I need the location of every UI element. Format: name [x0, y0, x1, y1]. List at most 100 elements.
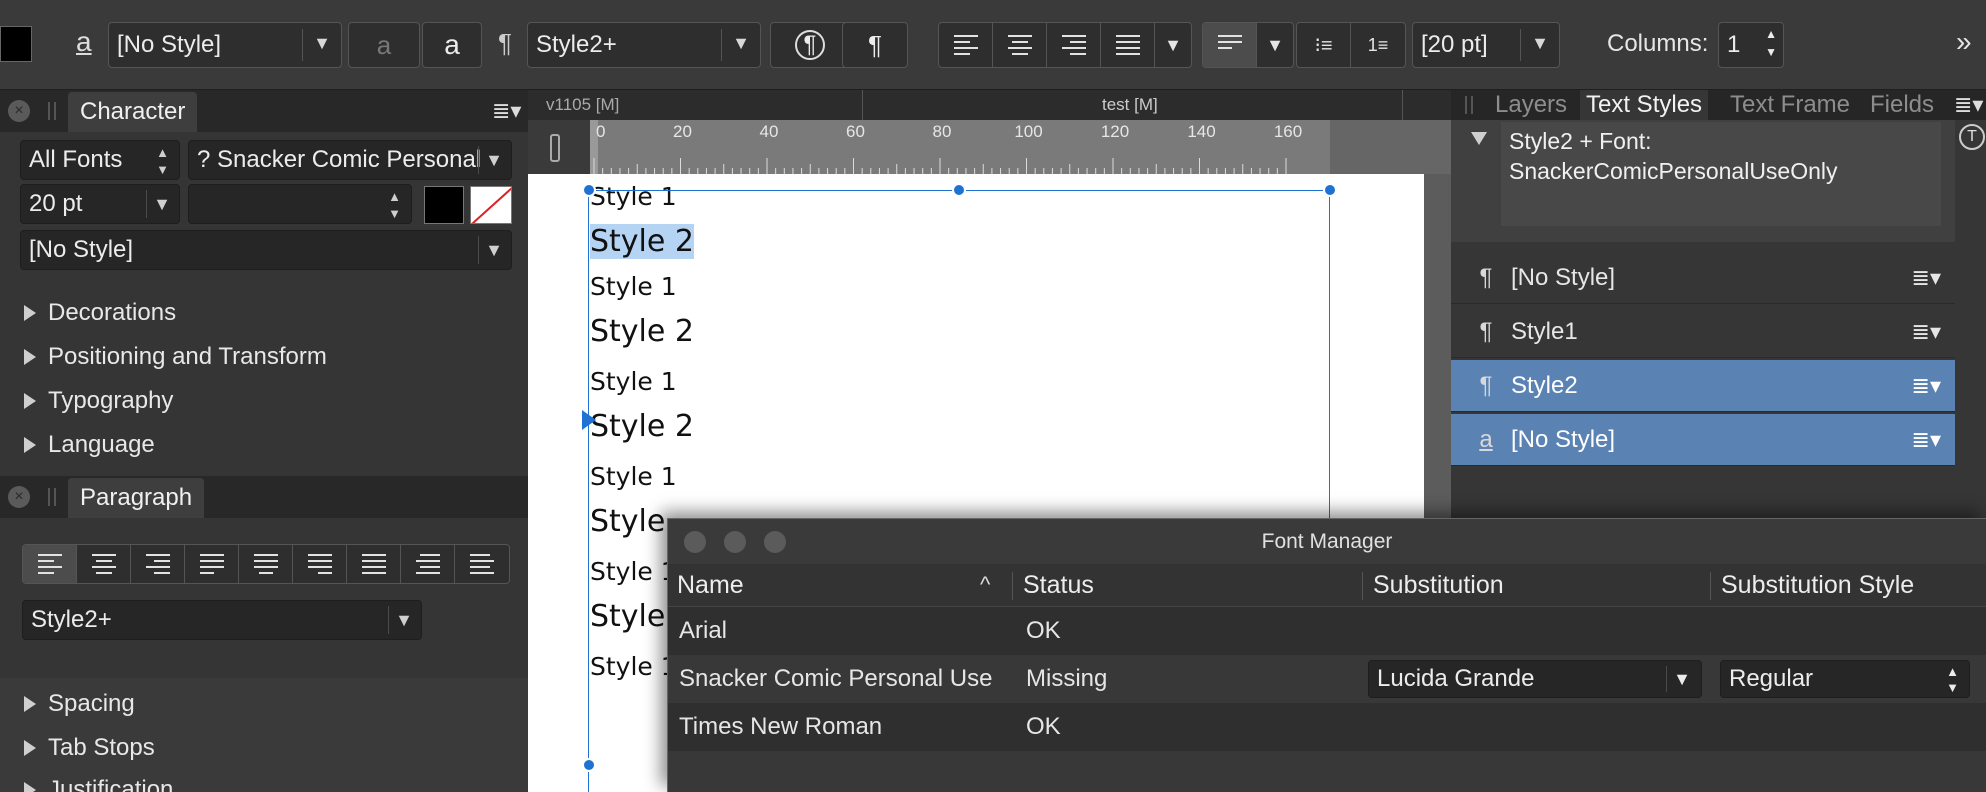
- table-row[interactable]: Snacker Comic Personal Use Missing Lucid…: [668, 655, 1986, 703]
- character-panel-title[interactable]: Character: [68, 92, 198, 132]
- para-align-right-button[interactable]: [131, 545, 185, 583]
- font-name-cell: Snacker Comic Personal Use: [679, 665, 993, 692]
- ruler-origin[interactable]: [528, 120, 590, 174]
- frame-handle-top-left[interactable]: [582, 183, 596, 197]
- section-spacing[interactable]: Spacing: [24, 690, 135, 718]
- substitution-style-stepper[interactable]: Regular ▲ ▼: [1720, 660, 1970, 698]
- text-color-swatch[interactable]: [0, 26, 32, 62]
- collapse-triangle-icon[interactable]: [1471, 132, 1487, 145]
- tab-text-frame[interactable]: Text Frame: [1730, 90, 1850, 120]
- style-menu-icon[interactable]: ≣▾: [1912, 427, 1941, 453]
- close-icon[interactable]: ×: [8, 100, 30, 122]
- paragraph-style-dropdown[interactable]: Style2+ ▼: [22, 600, 422, 640]
- font-collection-dropdown[interactable]: All Fonts ▲ ▼: [20, 140, 180, 180]
- section-justification[interactable]: Justification: [24, 776, 173, 792]
- col-substitution-style[interactable]: Substitution Style: [1721, 564, 1914, 607]
- tab-layers[interactable]: Layers: [1495, 90, 1567, 120]
- section-decorations[interactable]: Decorations: [24, 299, 176, 327]
- justify-button[interactable]: [1101, 23, 1155, 67]
- disclosure-triangle-icon: [24, 305, 36, 321]
- ruler-toggle-icon: [550, 134, 560, 162]
- vertical-align-more-button[interactable]: ▼: [1257, 23, 1293, 67]
- tab-text-styles[interactable]: Text Styles: [1580, 90, 1709, 120]
- char-style-dropdown[interactable]: [No Style] ▼: [108, 22, 342, 68]
- baseline-grid-handle-icon[interactable]: [582, 410, 596, 430]
- font-style-field[interactable]: ▲ ▼: [188, 184, 412, 224]
- align-right-button[interactable]: [1047, 23, 1101, 67]
- para-justify-left-button[interactable]: [185, 545, 239, 583]
- leading-dropdown[interactable]: [20 pt] ▼: [1412, 22, 1560, 68]
- toolbar-overflow-button[interactable]: »: [1956, 26, 1972, 58]
- alignment-more-button[interactable]: ▼: [1155, 23, 1191, 67]
- text-style-icon[interactable]: T: [1959, 124, 1985, 150]
- section-positioning-transform[interactable]: Positioning and Transform: [24, 343, 327, 371]
- vertical-align-top-button[interactable]: [1203, 23, 1257, 67]
- para-style-dropdown[interactable]: Style2+ ▼: [527, 22, 761, 68]
- apply-char-style-button[interactable]: a: [348, 22, 420, 68]
- style-menu-icon[interactable]: ≣▾: [1912, 373, 1941, 399]
- style-menu-icon[interactable]: ≣▾: [1912, 265, 1941, 291]
- para-align-towards-spine-button[interactable]: [401, 545, 455, 583]
- window-minimize-button[interactable]: [724, 531, 746, 553]
- frame-handle-bottom-left[interactable]: [582, 758, 596, 772]
- text-fill-swatch[interactable]: [424, 186, 464, 224]
- para-align-center-button[interactable]: [77, 545, 131, 583]
- text-style-name: Style1: [1511, 317, 1578, 345]
- para-justify-right-button[interactable]: [293, 545, 347, 583]
- doc-tab-v1105[interactable]: v1105 [M]: [546, 90, 619, 120]
- substitution-dropdown[interactable]: Lucida Grande ▼: [1368, 660, 1702, 698]
- text-style-item[interactable]: ¶ Style2 ≣▾: [1451, 360, 1955, 412]
- section-typography[interactable]: Typography: [24, 387, 173, 415]
- para-justify-center-button[interactable]: [239, 545, 293, 583]
- align-left-icon: [953, 35, 978, 55]
- para-align-away-spine-button[interactable]: [455, 545, 509, 583]
- panel-menu-icon[interactable]: ≣▾: [1954, 90, 1983, 120]
- table-row[interactable]: Times New Roman OK: [668, 703, 1986, 751]
- col-status[interactable]: Status: [1023, 564, 1094, 607]
- char-style-options-button[interactable]: a: [422, 22, 482, 68]
- para-justify-all-button[interactable]: [347, 545, 401, 583]
- section-tab-stops[interactable]: Tab Stops: [24, 734, 155, 762]
- text-stroke-swatch[interactable]: [470, 186, 512, 224]
- align-center-icon: [1007, 35, 1032, 55]
- para-align-left-button[interactable]: [23, 545, 77, 583]
- frame-handle-top-right[interactable]: [1323, 183, 1337, 197]
- text-style-item[interactable]: a [No Style] ≣▾: [1451, 414, 1955, 466]
- para-style-options-button[interactable]: ¶: [842, 22, 908, 68]
- grip-icon[interactable]: [1465, 96, 1473, 114]
- vertical-align-group: ▼: [1202, 22, 1294, 68]
- tab-fields[interactable]: Fields: [1870, 90, 1934, 120]
- font-table-header: Name ^ Status Substitution Substitution …: [668, 564, 1986, 607]
- align-right-icon: [1061, 35, 1086, 55]
- text-style-name: [No Style]: [1511, 263, 1616, 291]
- align-left-button[interactable]: [939, 23, 993, 67]
- chevron-down-icon: ▼: [313, 33, 331, 53]
- ruler-tick-label: 140: [1187, 122, 1215, 141]
- close-icon[interactable]: ×: [8, 486, 30, 508]
- text-style-item[interactable]: ¶ [No Style] ≣▾: [1451, 252, 1955, 304]
- col-substitution[interactable]: Substitution: [1373, 564, 1504, 607]
- col-name[interactable]: Name: [677, 564, 744, 607]
- horizontal-ruler[interactable]: 0 20 40 60 80 100 120 140 160: [590, 120, 1451, 174]
- panel-menu-icon[interactable]: ≣▾: [492, 98, 521, 124]
- window-maximize-button[interactable]: [764, 531, 786, 553]
- align-center-button[interactable]: [993, 23, 1047, 67]
- grip-icon[interactable]: [48, 488, 56, 506]
- text-style-item[interactable]: ¶ Style1 ≣▾: [1451, 306, 1955, 358]
- table-row[interactable]: Arial OK: [668, 607, 1986, 655]
- doc-tab-test[interactable]: test [M]: [1102, 90, 1158, 120]
- show-special-chars-button[interactable]: ¶: [770, 22, 850, 68]
- window-close-button[interactable]: [684, 531, 706, 553]
- columns-stepper[interactable]: 1 ▲ ▼: [1718, 22, 1784, 68]
- bullet-list-button[interactable]: ⁝≡: [1297, 23, 1351, 67]
- char-style-field[interactable]: [No Style] ▼: [20, 230, 512, 270]
- paragraph-panel-title[interactable]: Paragraph: [68, 478, 205, 518]
- numbered-list-button[interactable]: 1≡: [1351, 23, 1405, 67]
- font-size-dropdown[interactable]: 20 pt ▼: [20, 184, 180, 224]
- font-name-dropdown[interactable]: ? Snacker Comic Personal ▼: [188, 140, 512, 180]
- section-language[interactable]: Language: [24, 431, 155, 459]
- frame-handle-top-center[interactable]: [952, 183, 966, 197]
- chevron-down-icon: ▼: [1673, 669, 1691, 689]
- style-menu-icon[interactable]: ≣▾: [1912, 319, 1941, 345]
- grip-icon[interactable]: [48, 102, 56, 120]
